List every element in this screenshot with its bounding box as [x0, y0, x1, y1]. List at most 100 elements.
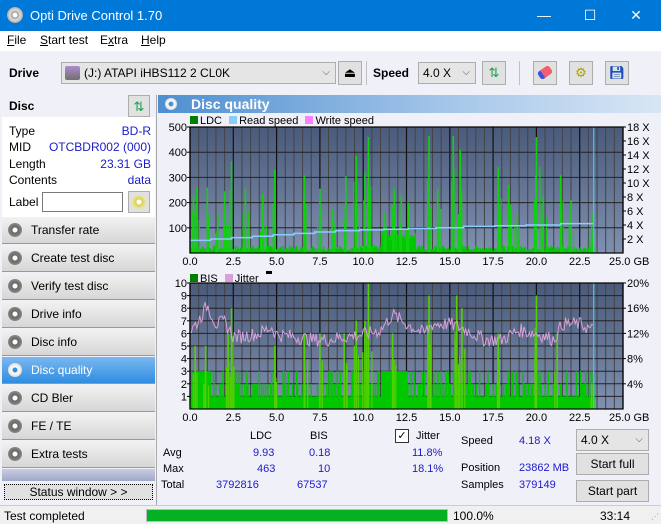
speed-select[interactable]: 4.0 X ⌵: [418, 62, 476, 84]
y-tick-label-left: 9: [181, 291, 187, 303]
data-peak: [507, 184, 510, 253]
resize-grip-icon[interactable]: ⋰: [651, 512, 659, 521]
nav-cd-bler[interactable]: CD Bler: [2, 385, 155, 412]
disc-field-length: Length 23.31 GB: [2, 157, 155, 173]
jitter-checkbox[interactable]: ✓: [395, 429, 409, 443]
drive-select[interactable]: (J:) ATAPI iHBS112 2 CL0K ⌵: [61, 62, 336, 84]
data-peak: [461, 308, 463, 409]
data-peak: [208, 221, 210, 253]
data-peak: [265, 225, 267, 253]
nav-verify-test-disc[interactable]: Verify test disc: [2, 273, 155, 300]
y-tick-label-left: 6: [181, 328, 187, 340]
data-peak: [364, 320, 366, 409]
data-peak: [539, 167, 541, 253]
start-part-button[interactable]: Start part: [576, 480, 649, 502]
status-window-button[interactable]: Status window > >: [4, 484, 153, 500]
progress-bar: [146, 509, 448, 522]
y-tick-label-right: 16 X: [627, 136, 650, 148]
disc-field-mid: MID OTCBDR002 (000): [2, 140, 155, 156]
refresh-arrows-icon: ⇅: [133, 99, 145, 114]
data-peak: [457, 214, 460, 253]
app-disc-icon: [7, 7, 23, 23]
data-peak: [497, 167, 500, 253]
test-speed-select[interactable]: 4.0 X ⌵: [576, 429, 649, 451]
y-tick-label-left: 1: [181, 391, 187, 403]
x-tick-label: 10.0: [352, 256, 373, 268]
maximize-button[interactable]: ☐: [567, 0, 613, 31]
field-key: Label: [9, 195, 39, 209]
nav-create-test-disc[interactable]: Create test disc: [2, 245, 155, 272]
data-peak: [228, 362, 230, 409]
x-tick-label: 2.5: [226, 412, 241, 424]
data-peak: [304, 363, 306, 409]
save-button[interactable]: 💾︎: [605, 61, 629, 85]
data-peak: [247, 211, 249, 253]
settings-button[interactable]: ⚙: [569, 61, 593, 85]
data-peak: [572, 231, 575, 253]
data-peak: [541, 215, 543, 253]
nav-label: Drive info: [31, 307, 82, 321]
refresh-button[interactable]: ⇅: [482, 61, 506, 85]
disc-label-button[interactable]: [128, 191, 150, 213]
field-value: OTCBDR002 (000): [48, 140, 151, 154]
data-peak: [451, 182, 453, 253]
data-peak: [460, 206, 462, 253]
nav-label: Verify test disc: [31, 279, 109, 293]
data-peak: [590, 398, 592, 409]
data-peak: [516, 212, 519, 253]
nav-drive-info[interactable]: Drive info: [2, 301, 155, 328]
nav-disc-quality[interactable]: Disc quality: [2, 357, 155, 384]
disc-info-icon: [8, 335, 22, 349]
erase-button[interactable]: [533, 61, 557, 85]
nav-extra-tests[interactable]: Extra tests: [2, 441, 155, 468]
menu-start-test[interactable]: Start test: [40, 33, 88, 47]
y-tick-label-right: 8 X: [627, 192, 644, 204]
data-peak: [331, 208, 333, 253]
nav-fe-te[interactable]: FE / TE: [2, 413, 155, 440]
disc-label-input[interactable]: [42, 192, 123, 212]
progress-fill: [147, 510, 447, 521]
nav-disc-info[interactable]: Disc info: [2, 329, 155, 356]
menu-help[interactable]: Help: [141, 33, 166, 47]
data-peak: [223, 216, 225, 253]
data-peak: [383, 212, 385, 253]
data-peak: [243, 230, 245, 253]
minimize-button[interactable]: —: [521, 0, 567, 31]
menu-extra[interactable]: Extra: [100, 33, 128, 47]
drive-label: Drive: [9, 66, 40, 80]
close-button[interactable]: ✕: [613, 0, 659, 31]
data-peak: [594, 399, 596, 409]
data-peak: [259, 231, 262, 253]
data-peak: [204, 346, 207, 409]
data-peak: [384, 227, 386, 253]
row-avg-label: Avg: [163, 447, 182, 459]
nav-transfer-rate[interactable]: Transfer rate: [2, 217, 155, 244]
create-disc-icon: [8, 251, 22, 265]
y-tick-label-right: 12%: [627, 328, 649, 340]
disc-refresh-button[interactable]: ⇅: [128, 95, 150, 117]
data-peak: [590, 236, 592, 253]
data-peak: [367, 283, 370, 409]
field-key: Length: [9, 157, 46, 171]
menu-file[interactable]: File: [7, 33, 26, 47]
data-peak: [357, 355, 359, 409]
data-peak: [225, 366, 228, 409]
x-tick-label: 15.0: [439, 256, 460, 268]
eject-button[interactable]: ⏏: [338, 61, 362, 85]
chevron-down-icon: ⌵: [322, 67, 330, 78]
avg-jitter: 11.8%: [412, 447, 443, 459]
data-peak: [230, 197, 233, 253]
data-peak: [408, 229, 410, 253]
x-tick-label: 15.0: [439, 412, 460, 424]
data-peak: [320, 207, 323, 253]
panel-title: Disc quality: [191, 96, 270, 112]
fe-te-icon: [8, 419, 22, 433]
data-peak: [343, 375, 346, 409]
data-peak: [427, 324, 429, 409]
y-tick-label-left: 10: [175, 279, 187, 290]
data-peak: [354, 203, 356, 253]
elapsed-time: 33:14: [600, 509, 631, 523]
gears-icon: ⚙: [575, 65, 587, 80]
y-tick-label-left: 100: [169, 223, 187, 235]
start-full-button[interactable]: Start full: [576, 453, 649, 475]
